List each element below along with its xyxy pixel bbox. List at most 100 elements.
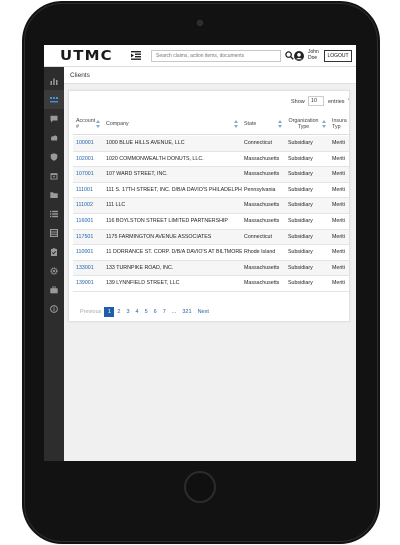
next-page-button[interactable]: Next — [195, 307, 212, 317]
cell-state: Massachusetts — [244, 218, 280, 224]
page-button-321[interactable]: 321 — [179, 307, 194, 317]
user-name[interactable]: John Doe — [308, 49, 322, 61]
entries-label: entries — [328, 99, 345, 105]
sort-icon[interactable] — [96, 120, 100, 128]
sidebar-item-list[interactable] — [44, 204, 64, 223]
cell-account[interactable]: 133001 — [76, 261, 104, 277]
camera-icon — [197, 20, 203, 26]
column-header-label: State — [244, 120, 257, 127]
sidebar-item-table[interactable] — [44, 223, 64, 242]
page-title-bar: Clients — [64, 67, 356, 84]
search-input[interactable] — [151, 50, 281, 62]
cell-org-type: Subsidiary — [288, 218, 313, 224]
info-icon — [50, 304, 58, 313]
cell-company: 1000 BLUE HILLS AVENUE, LLC — [106, 140, 185, 146]
home-button[interactable] — [184, 471, 216, 503]
sidebar — [44, 67, 64, 461]
screen: UTMC John Doe LOGOUT — [44, 45, 356, 461]
cell-org-type: Subsidiary — [288, 202, 313, 209]
calendar-icon — [50, 172, 58, 179]
sidebar-item-documents[interactable] — [44, 185, 64, 204]
cell-org-type: Subsidiary — [288, 233, 313, 240]
menu-collapse-icon[interactable] — [131, 51, 141, 60]
page-button-7[interactable]: 7 — [160, 307, 169, 317]
table-icon — [50, 228, 58, 237]
sidebar-item-info[interactable] — [44, 299, 64, 318]
user-last-name: Doe — [308, 55, 318, 61]
cell-account[interactable]: 102001 — [76, 152, 104, 168]
sidebar-item-calendar[interactable] — [44, 166, 64, 185]
column-header-label: Account # — [76, 117, 96, 130]
page-button-3[interactable]: 3 — [123, 307, 132, 317]
table-row: 100001 1000 BLUE HILLS AVENUE, LLC Connect… — [73, 136, 349, 152]
cell-org-type: Subsidiary — [288, 171, 313, 178]
logo[interactable]: UTMC — [60, 49, 113, 64]
sidebar-item-settings[interactable] — [44, 261, 64, 280]
page-button-4[interactable]: 4 — [133, 307, 142, 317]
cell-org-type: Subsidiary — [288, 155, 313, 162]
logout-button[interactable]: LOGOUT — [324, 50, 352, 62]
cell-account[interactable]: 110001 — [76, 245, 104, 261]
clipboard-icon — [51, 247, 57, 256]
cell-insurance: Meriti — [332, 171, 345, 178]
bar-chart-icon — [50, 78, 58, 85]
list-icon — [50, 210, 58, 217]
cell-account[interactable]: 117501 — [76, 230, 104, 246]
cell-account[interactable]: 111001 — [76, 183, 104, 199]
sidebar-item-security[interactable] — [44, 147, 64, 166]
page-button-1[interactable]: 1 — [104, 307, 115, 317]
previous-page-button[interactable]: Previous — [77, 307, 104, 317]
column-header-state[interactable]: State — [241, 113, 285, 135]
user-avatar-icon[interactable] — [294, 51, 304, 61]
top-header: UTMC John Doe LOGOUT — [44, 45, 356, 67]
sidebar-item-cloud[interactable] — [44, 128, 64, 147]
page-button-2[interactable]: 2 — [114, 307, 123, 317]
sidebar-item-portfolio[interactable] — [44, 280, 64, 299]
cell-company: 107 WARD STREET, INC. — [106, 171, 168, 178]
table-row: 117501 1175 FARMINGTON AVENUE ASSOCIATES C… — [73, 229, 349, 246]
table-row: 110001 11 DORRANCE ST. CORP. D/B/A DAVIO'… — [73, 245, 349, 261]
sidebar-item-clients[interactable] — [44, 90, 64, 109]
page-button-5[interactable]: 5 — [142, 307, 151, 317]
pagination: Previous 1 2 3 4 5 6 7 ... 321 Next — [77, 307, 212, 317]
entries-select[interactable]: 10 — [308, 96, 324, 106]
cell-company: 1020 COMMONWEALTH DONUTS, LLC. — [106, 155, 204, 162]
cell-state: Connecticut — [244, 140, 272, 146]
cell-account[interactable]: 111002 — [76, 198, 104, 214]
cell-insurance: Meriti — [332, 202, 345, 209]
cell-state: Connecticut — [244, 233, 272, 240]
cell-account[interactable]: 116001 — [76, 214, 104, 230]
sidebar-item-tasks[interactable] — [44, 242, 64, 261]
shield-icon — [50, 152, 58, 161]
table-row: 111002 111 LLC Massachusetts Subsidiary Meri… — [73, 198, 349, 214]
cell-state: Massachusetts — [244, 202, 280, 209]
column-header-label: Insura Typ — [332, 117, 347, 130]
table-row: 111001 111 S. 17TH STREET, INC. D/B/A DAV… — [73, 183, 349, 199]
column-header-account[interactable]: Account # — [73, 113, 103, 135]
column-header-insurance[interactable]: Insura Typ — [329, 113, 349, 135]
cell-insurance: Meriti — [332, 155, 345, 162]
sidebar-item-messages[interactable] — [44, 109, 64, 128]
sort-icon[interactable] — [278, 120, 282, 128]
cell-account[interactable]: 107001 — [76, 167, 104, 183]
page-button-6[interactable]: 6 — [151, 307, 160, 317]
cell-org-type: Subsidiary — [288, 280, 313, 287]
cell-account[interactable]: 139001 — [76, 276, 104, 292]
column-header-company[interactable]: Company — [103, 113, 241, 135]
cell-state: Pennsylvania — [244, 186, 276, 193]
cell-org-type: Subsidiary — [288, 186, 313, 193]
cell-account[interactable]: 100001 — [76, 136, 104, 152]
search-icon[interactable] — [285, 51, 294, 60]
sort-icon[interactable] — [322, 120, 326, 128]
table-row: 139001 139 LYNNFIELD STREET, LLC Massachus… — [73, 276, 349, 292]
sidebar-item-reports[interactable] — [44, 71, 64, 90]
clients-table-card: Show 10 entries ‹ Account # Company Stat… — [68, 90, 350, 322]
cell-org-type: Subsidiary — [288, 264, 313, 271]
cell-insurance: Meriti — [332, 249, 345, 256]
sort-icon[interactable] — [234, 120, 238, 128]
message-icon — [50, 115, 58, 122]
chevron-left-icon[interactable]: ‹ — [348, 97, 349, 103]
table-row: 102001 1020 COMMONWEALTH DONUTS, LLC. Mass… — [73, 152, 349, 168]
settings-icon — [50, 266, 58, 275]
column-header-org-type[interactable]: Organization Type — [285, 113, 329, 135]
